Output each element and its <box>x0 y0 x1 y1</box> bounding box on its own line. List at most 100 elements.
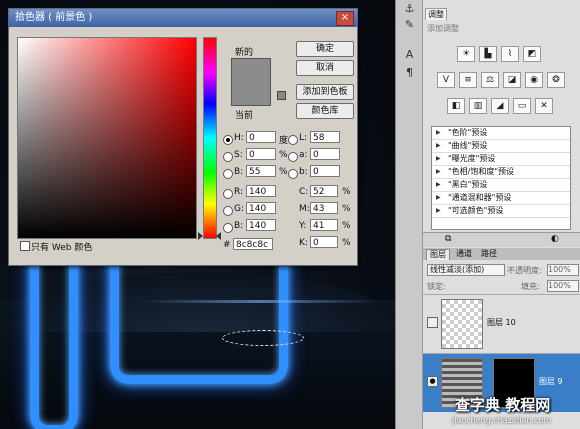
current-color-label: 当前 <box>235 111 254 121</box>
list-item[interactable]: "曲线"预设 <box>432 140 570 153</box>
table-row[interactable]: 图层 10 <box>423 294 580 353</box>
lab-a-field[interactable]: 0 <box>310 148 340 160</box>
list-item[interactable]: "通道混和器"预设 <box>432 192 570 205</box>
hue-field[interactable]: 0 <box>246 131 276 143</box>
tab-paths[interactable]: 路径 <box>478 249 500 259</box>
list-item[interactable]: "黑白"预设 <box>432 179 570 192</box>
black-unit: % <box>342 238 351 248</box>
selection-marquee[interactable] <box>222 330 304 346</box>
threshold-icon[interactable]: ◢ <box>491 98 509 114</box>
lab-b-radio[interactable] <box>288 169 298 179</box>
saturation-brightness-field[interactable] <box>17 37 197 239</box>
red-field[interactable]: 140 <box>246 185 276 197</box>
opacity-label: 不透明度: <box>507 266 542 275</box>
character-icon[interactable]: A <box>403 48 416 61</box>
invert-icon[interactable]: ◧ <box>447 98 465 114</box>
color-field-cursor[interactable] <box>24 167 32 175</box>
watermark-url: jiaocheng.chazidian.com <box>452 416 552 425</box>
paragraph-icon[interactable]: ¶ <box>403 66 416 79</box>
black-white-icon[interactable]: ◪ <box>503 72 521 88</box>
green-radio[interactable] <box>223 206 233 216</box>
list-item[interactable]: "色阶"预设 <box>432 127 570 140</box>
magenta-unit: % <box>342 204 351 214</box>
hue-slider-right-arrow[interactable] <box>216 232 221 240</box>
blue-field[interactable]: 140 <box>246 219 276 231</box>
lab-b-field[interactable]: 0 <box>310 165 340 177</box>
brightness-field[interactable]: 55 <box>246 165 276 177</box>
lab-l-field[interactable]: 58 <box>310 131 340 143</box>
lab-a-radio[interactable] <box>288 152 298 162</box>
hex-field[interactable]: 8c8c8c <box>233 238 273 250</box>
saturation-field[interactable]: 0 <box>246 148 276 160</box>
tool-preset-icon[interactable]: ⚓ <box>403 2 416 15</box>
opacity-field[interactable]: 100% <box>547 264 579 276</box>
dialog-titlebar[interactable]: 拾色器 ( 前景色 ) × <box>9 9 357 27</box>
green-field[interactable]: 140 <box>246 202 276 214</box>
layer-name[interactable]: 图层 10 <box>487 317 516 328</box>
gradient-map-icon[interactable]: ▭ <box>513 98 531 114</box>
list-item[interactable]: "色相/饱和度"预设 <box>432 166 570 179</box>
close-button[interactable]: × <box>336 11 354 26</box>
blend-mode-select[interactable]: 线性减淡(添加) <box>427 264 505 276</box>
photo-filter-icon[interactable]: ◉ <box>525 72 543 88</box>
cyan-field[interactable]: 52 <box>310 185 338 197</box>
cyan-unit: % <box>342 187 351 197</box>
add-to-swatches-button[interactable]: 添加到色板 <box>296 84 354 100</box>
lock-label: 锁定: <box>427 282 446 291</box>
selective-color-icon[interactable]: ✕ <box>535 98 553 114</box>
vibrance-icon[interactable]: V <box>437 72 455 88</box>
layer-thumbnail <box>441 299 483 349</box>
channel-mixer-icon[interactable]: ❂ <box>547 72 565 88</box>
black-label: K: <box>299 238 308 248</box>
red-radio[interactable] <box>223 189 233 199</box>
tab-channels[interactable]: 通道 <box>453 249 475 259</box>
eye-icon[interactable]: ● <box>427 376 438 387</box>
hue-radio[interactable] <box>223 135 233 145</box>
blue-radio[interactable] <box>223 223 233 233</box>
panel-options-icon[interactable]: ◐ <box>551 234 559 244</box>
yellow-unit: % <box>342 221 351 231</box>
layer-name[interactable]: 图层 9 <box>539 376 563 387</box>
ok-button[interactable]: 确定 <box>296 41 354 57</box>
lab-a-label: a: <box>299 150 308 160</box>
saturation-radio[interactable] <box>223 152 233 162</box>
curves-icon[interactable]: ⌇ <box>501 46 519 62</box>
color-picker-dialog: 拾色器 ( 前景色 ) × 新的 当前 确定 取消 添加到色板 颜色库 H: 0… <box>8 8 358 266</box>
list-item[interactable]: "曝光度"预设 <box>432 153 570 166</box>
hue-slider-left-arrow[interactable] <box>198 232 203 240</box>
yellow-field[interactable]: 41 <box>310 219 338 231</box>
layers-tab-bar: 图层 通道 路径 <box>423 248 580 260</box>
cancel-button[interactable]: 取消 <box>296 60 354 76</box>
lab-l-radio[interactable] <box>288 135 298 145</box>
tab-layers[interactable]: 图层 <box>426 249 450 260</box>
saturation-unit: % <box>279 150 288 160</box>
list-item[interactable]: "可选颜色"预设 <box>432 205 570 218</box>
color-cube-icon[interactable] <box>277 91 286 100</box>
magenta-field[interactable]: 43 <box>310 202 338 214</box>
brightness-label: B: <box>234 167 244 177</box>
color-libraries-button[interactable]: 颜色库 <box>296 103 354 119</box>
exposure-icon[interactable]: ◩ <box>523 46 541 62</box>
clip-icon[interactable]: ⧉ <box>445 234 451 244</box>
web-colors-only-checkbox[interactable] <box>20 241 30 251</box>
visibility-toggle[interactable] <box>427 317 438 328</box>
hue-slider[interactable] <box>203 37 217 239</box>
brush-icon[interactable]: ✎ <box>403 18 416 31</box>
neon-digit-stroke <box>30 245 78 429</box>
new-color-label: 新的 <box>235 48 254 58</box>
fill-field[interactable]: 100% <box>547 280 579 292</box>
color-balance-icon[interactable]: ⚖ <box>481 72 499 88</box>
brightness-radio[interactable] <box>223 169 233 179</box>
hue-saturation-icon[interactable]: ≡ <box>459 72 477 88</box>
tab-adjustments[interactable]: 调整 <box>425 8 447 20</box>
hue-unit: 度 <box>279 136 289 146</box>
yellow-label: Y: <box>299 221 307 231</box>
lab-b-label: b: <box>299 167 308 177</box>
posterize-icon[interactable]: ▥ <box>469 98 487 114</box>
blend-options-row: 线性减淡(添加) 不透明度: 100% <box>423 262 580 276</box>
brightness-contrast-icon[interactable]: ☀ <box>457 46 475 62</box>
adjustment-presets-list: "色阶"预设 "曲线"预设 "曝光度"预设 "色相/饱和度"预设 "黑白"预设 … <box>431 126 571 230</box>
black-field[interactable]: 0 <box>310 236 338 248</box>
levels-icon[interactable]: ▙ <box>479 46 497 62</box>
brightness-unit: % <box>279 167 288 177</box>
